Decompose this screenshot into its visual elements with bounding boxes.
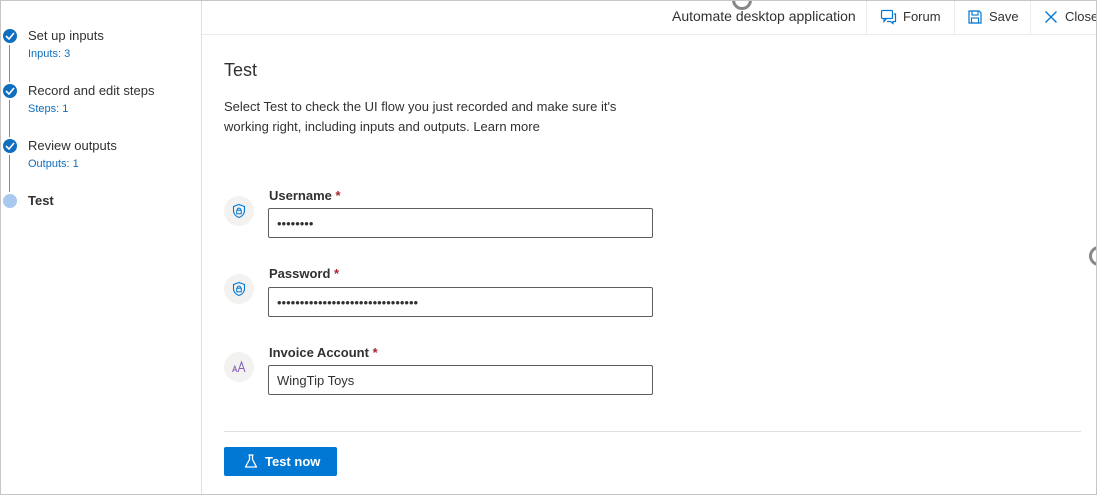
save-icon [967,9,983,28]
step-complete-icon [3,29,17,43]
close-button[interactable]: Close [1030,1,1097,35]
footer-divider [224,431,1081,432]
step-connector [9,100,10,137]
page-description: Select Test to check the UI flow you jus… [224,99,617,134]
step-record-and-edit[interactable]: Record and edit steps Steps: 1 [1,82,201,137]
step-set-up-inputs[interactable]: Set up inputs Inputs: 3 [1,27,201,82]
step-label: Test [28,193,54,208]
step-summary-link[interactable]: Inputs: 3 [28,47,70,61]
wizard-sidebar: Set up inputs Inputs: 3 Record and edit … [1,1,202,494]
test-now-button[interactable]: Test now [224,447,337,476]
close-icon [1044,10,1058,27]
loading-spinner-icon [1089,246,1096,266]
save-label: Save [989,9,1019,24]
step-label: Review outputs [28,138,117,153]
username-input[interactable] [268,208,653,238]
page-title: Test [224,60,258,80]
invoice-account-label: Invoice Account * [269,345,378,360]
password-input[interactable] [268,287,653,317]
required-mark: * [334,266,340,281]
required-mark: * [372,345,378,360]
step-summary-link[interactable]: Steps: 1 [28,102,68,116]
username-label: Username * [269,188,341,203]
forum-label: Forum [903,9,941,24]
forum-icon [880,9,897,28]
flask-icon [244,454,258,472]
password-label-text: Password [269,266,331,281]
shield-lock-icon [224,196,254,226]
step-complete-icon [3,139,17,153]
close-label: Close [1065,9,1097,24]
invoice-account-label-text: Invoice Account [269,345,369,360]
step-connector [9,45,10,82]
test-now-label: Test now [265,454,321,469]
app-window: Set up inputs Inputs: 3 Record and edit … [0,0,1097,495]
invoice-account-input[interactable] [268,365,653,395]
step-complete-icon [3,84,17,98]
step-review-outputs[interactable]: Review outputs Outputs: 1 [1,137,201,192]
step-summary-link[interactable]: Outputs: 1 [28,157,79,171]
step-current-icon [3,194,17,208]
username-label-text: Username [269,188,332,203]
forum-button[interactable]: Forum [866,1,954,35]
app-title: Automate desktop application [672,8,856,24]
save-button[interactable]: Save [954,1,1030,35]
step-test[interactable]: Test [1,192,201,232]
command-bar: Automate desktop application Forum Save [202,1,1097,35]
password-label: Password * [269,266,339,281]
step-label: Record and edit steps [28,83,155,98]
text-type-icon [224,352,254,382]
step-label: Set up inputs [28,28,104,43]
required-mark: * [335,188,341,203]
shield-lock-icon [224,274,254,304]
step-connector [9,155,10,192]
